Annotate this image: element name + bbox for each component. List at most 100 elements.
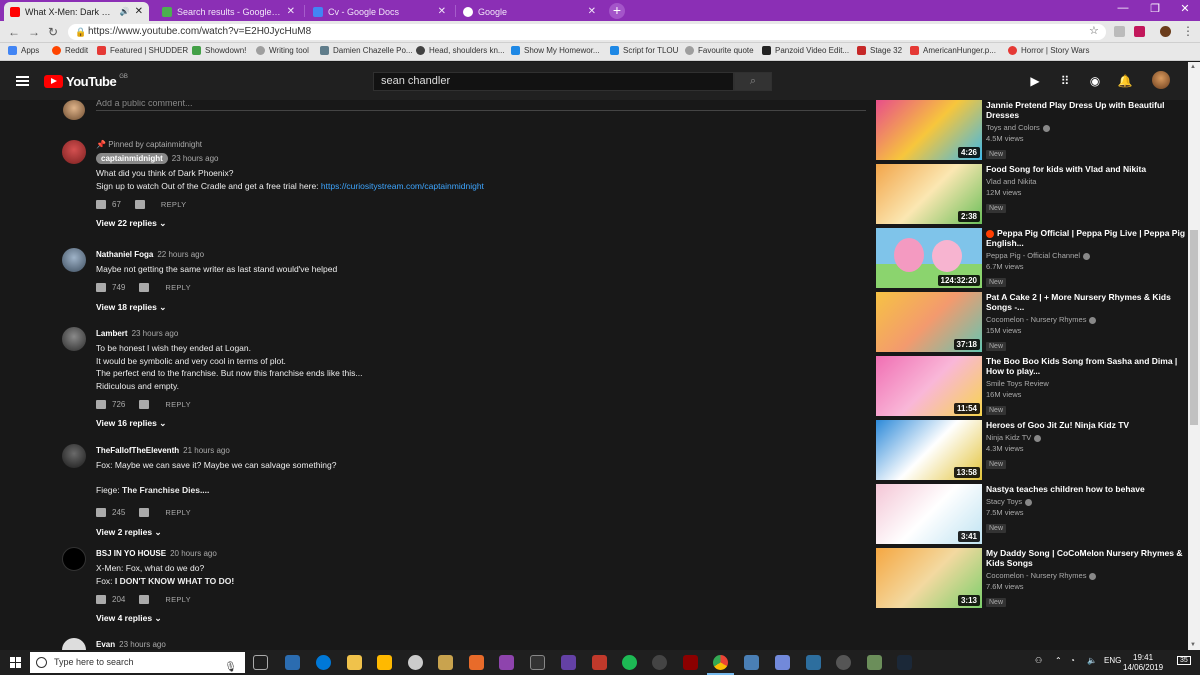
app-icon[interactable] xyxy=(438,655,453,670)
restore-icon[interactable]: ❐ xyxy=(1140,2,1170,15)
comment-author[interactable]: Evan xyxy=(96,640,115,649)
bookmark-item[interactable]: Featured | SHUDDER xyxy=(97,46,188,55)
bookmark-item[interactable]: Head, shoulders kn... xyxy=(416,46,505,55)
chrome-icon[interactable] xyxy=(713,655,728,670)
twitch-icon[interactable] xyxy=(561,655,576,670)
action-center-icon[interactable]: 35 xyxy=(1177,656,1191,665)
comment-author[interactable]: Lambert xyxy=(96,329,128,338)
system-clock[interactable]: 19:41 14/06/2019 xyxy=(1123,653,1163,673)
channel-name[interactable]: Stacy Toys xyxy=(986,497,1022,506)
app-icon[interactable] xyxy=(592,655,607,670)
comment-time[interactable]: 23 hours ago xyxy=(172,154,219,163)
bookmark-item[interactable]: Writing tool xyxy=(256,46,309,55)
epic-games-icon[interactable] xyxy=(530,655,545,670)
app-icon[interactable] xyxy=(836,655,851,670)
comment-author[interactable]: Nathaniel Foga xyxy=(96,250,153,259)
bookmark-item[interactable]: Stage 32 xyxy=(857,46,902,55)
channel-name[interactable]: Ninja Kidz TV xyxy=(986,433,1031,442)
windows-start-icon[interactable] xyxy=(10,657,21,668)
bookmark-star-icon[interactable]: ☆ xyxy=(1089,24,1099,37)
volume-icon[interactable]: 🔈 xyxy=(1087,656,1097,665)
video-thumbnail[interactable]: 124:32:20 xyxy=(876,228,982,288)
video-card[interactable]: 13:58 Heroes of Goo Jit Zu! Ninja Kidz T… xyxy=(876,420,1188,480)
minimize-icon[interactable]: — xyxy=(1108,2,1138,14)
commenter-avatar[interactable] xyxy=(62,327,86,351)
close-icon[interactable]: ✕ xyxy=(287,6,295,17)
tab-youtube[interactable]: What X-Men: Dark Phoenix 🔊 ✕ xyxy=(4,2,149,21)
view-replies-button[interactable]: View 2 replies ⌄ xyxy=(96,527,856,538)
channel-name[interactable]: Toys and Colors xyxy=(986,123,1040,132)
channel-name[interactable]: Cocomelon - Nursery Rhymes xyxy=(986,571,1086,580)
reply-button[interactable]: REPLY xyxy=(165,400,191,409)
close-window-icon[interactable]: ✕ xyxy=(1170,2,1200,15)
comment-time[interactable]: 22 hours ago xyxy=(157,250,204,259)
bookmark-item[interactable]: Script for TLOU xyxy=(610,46,678,55)
video-thumbnail[interactable]: 3:13 xyxy=(876,548,982,608)
scrollbar-thumb[interactable] xyxy=(1190,230,1198,425)
channel-name[interactable]: Peppa Pig - Official Channel xyxy=(986,251,1080,260)
video-title[interactable]: Nastya teaches children how to behave xyxy=(986,484,1186,494)
video-card[interactable]: 11:54 The Boo Boo Kids Song from Sasha a… xyxy=(876,356,1188,416)
bookmark-item[interactable]: Showdown! xyxy=(192,46,246,55)
messages-icon[interactable]: ◉ xyxy=(1087,74,1103,88)
video-title[interactable]: Peppa Pig Official | Peppa Pig Live | Pe… xyxy=(986,228,1186,248)
reply-button[interactable]: REPLY xyxy=(165,508,191,517)
video-thumbnail[interactable]: 2:38 xyxy=(876,164,982,224)
back-icon[interactable]: ← xyxy=(8,25,20,39)
app-icon[interactable] xyxy=(499,655,514,670)
like-icon[interactable] xyxy=(96,508,106,517)
video-title[interactable]: Heroes of Goo Jit Zu! Ninja Kidz TV xyxy=(986,420,1186,430)
bookmark-item[interactable]: Favourite quote xyxy=(685,46,754,55)
search-button[interactable]: ⌕ xyxy=(734,72,772,91)
video-card[interactable]: 3:41 Nastya teaches children how to beha… xyxy=(876,484,1188,544)
extension-icon[interactable] xyxy=(1134,26,1145,37)
video-card[interactable]: 124:32:20 Peppa Pig Official | Peppa Pig… xyxy=(876,228,1188,288)
tab-google-drive[interactable]: Search results - Google Drive ✕ xyxy=(156,2,301,21)
app-icon[interactable] xyxy=(408,655,423,670)
bookmark-item[interactable]: Show My Homewor... xyxy=(511,46,600,55)
like-icon[interactable] xyxy=(96,399,106,409)
view-replies-button[interactable]: View 4 replies ⌄ xyxy=(96,613,856,624)
page-scrollbar[interactable]: ▲ ▼ xyxy=(1188,62,1200,650)
video-title[interactable]: Food Song for kids with Vlad and Nikita xyxy=(986,164,1186,174)
app-icon[interactable] xyxy=(867,655,882,670)
account-avatar[interactable] xyxy=(1152,71,1170,89)
channel-name[interactable]: Smile Toys Review xyxy=(986,379,1049,388)
close-icon[interactable]: ✕ xyxy=(135,6,143,17)
comment-author[interactable]: BSJ IN YO HOUSE xyxy=(96,549,166,558)
app-icon[interactable] xyxy=(469,655,484,670)
speaker-icon[interactable]: 🔊 xyxy=(120,7,130,16)
comment-time[interactable]: 23 hours ago xyxy=(119,640,166,649)
extension-icon[interactable] xyxy=(1114,26,1125,37)
video-title[interactable]: Jannie Pretend Play Dress Up with Beauti… xyxy=(986,100,1186,120)
create-video-icon[interactable]: ▶ xyxy=(1027,74,1043,88)
tray-chevron-icon[interactable]: ⌃ xyxy=(1055,656,1062,665)
bookmark-item[interactable]: Horror | Story Wars xyxy=(1008,46,1089,55)
video-card[interactable]: 4:26 Jannie Pretend Play Dress Up with B… xyxy=(876,100,1188,160)
dislike-icon[interactable] xyxy=(139,508,150,517)
video-thumbnail[interactable]: 37:18 xyxy=(876,292,982,352)
bookmark-item[interactable]: Damien Chazelle Po... xyxy=(320,46,413,55)
bookmark-item[interactable]: Apps xyxy=(8,46,39,55)
taskbar-search-input[interactable]: Type here to search 🎙 xyxy=(30,652,245,673)
video-thumbnail[interactable]: 3:41 xyxy=(876,484,982,544)
video-title[interactable]: The Boo Boo Kids Song from Sasha and Dim… xyxy=(986,356,1186,376)
forward-icon[interactable]: → xyxy=(28,25,40,39)
comment-time[interactable]: 21 hours ago xyxy=(183,446,230,455)
commenter-avatar[interactable] xyxy=(62,248,86,272)
video-card[interactable]: 3:13 My Daddy Song | CoCoMelon Nursery R… xyxy=(876,548,1188,608)
app-icon[interactable] xyxy=(683,655,698,670)
comment-time[interactable]: 20 hours ago xyxy=(170,549,217,558)
apps-grid-icon[interactable]: ⠿ xyxy=(1057,74,1073,88)
new-tab-button[interactable]: + xyxy=(609,3,625,19)
video-card[interactable]: 37:18 Pat A Cake 2 | + More Nursery Rhym… xyxy=(876,292,1188,352)
like-icon[interactable] xyxy=(96,594,106,604)
commenter-avatar[interactable] xyxy=(62,140,86,164)
reply-button[interactable]: REPLY xyxy=(165,283,191,292)
discord-icon[interactable] xyxy=(775,655,790,670)
commenter-avatar[interactable] xyxy=(62,547,86,571)
scroll-down-icon[interactable]: ▼ xyxy=(1190,642,1196,648)
youtube-logo[interactable]: YouTube GB xyxy=(44,74,128,89)
bookmark-item[interactable]: Panzoid Video Edit... xyxy=(762,46,849,55)
comment-link[interactable]: https://curiositystream.com/captainmidni… xyxy=(321,181,484,191)
